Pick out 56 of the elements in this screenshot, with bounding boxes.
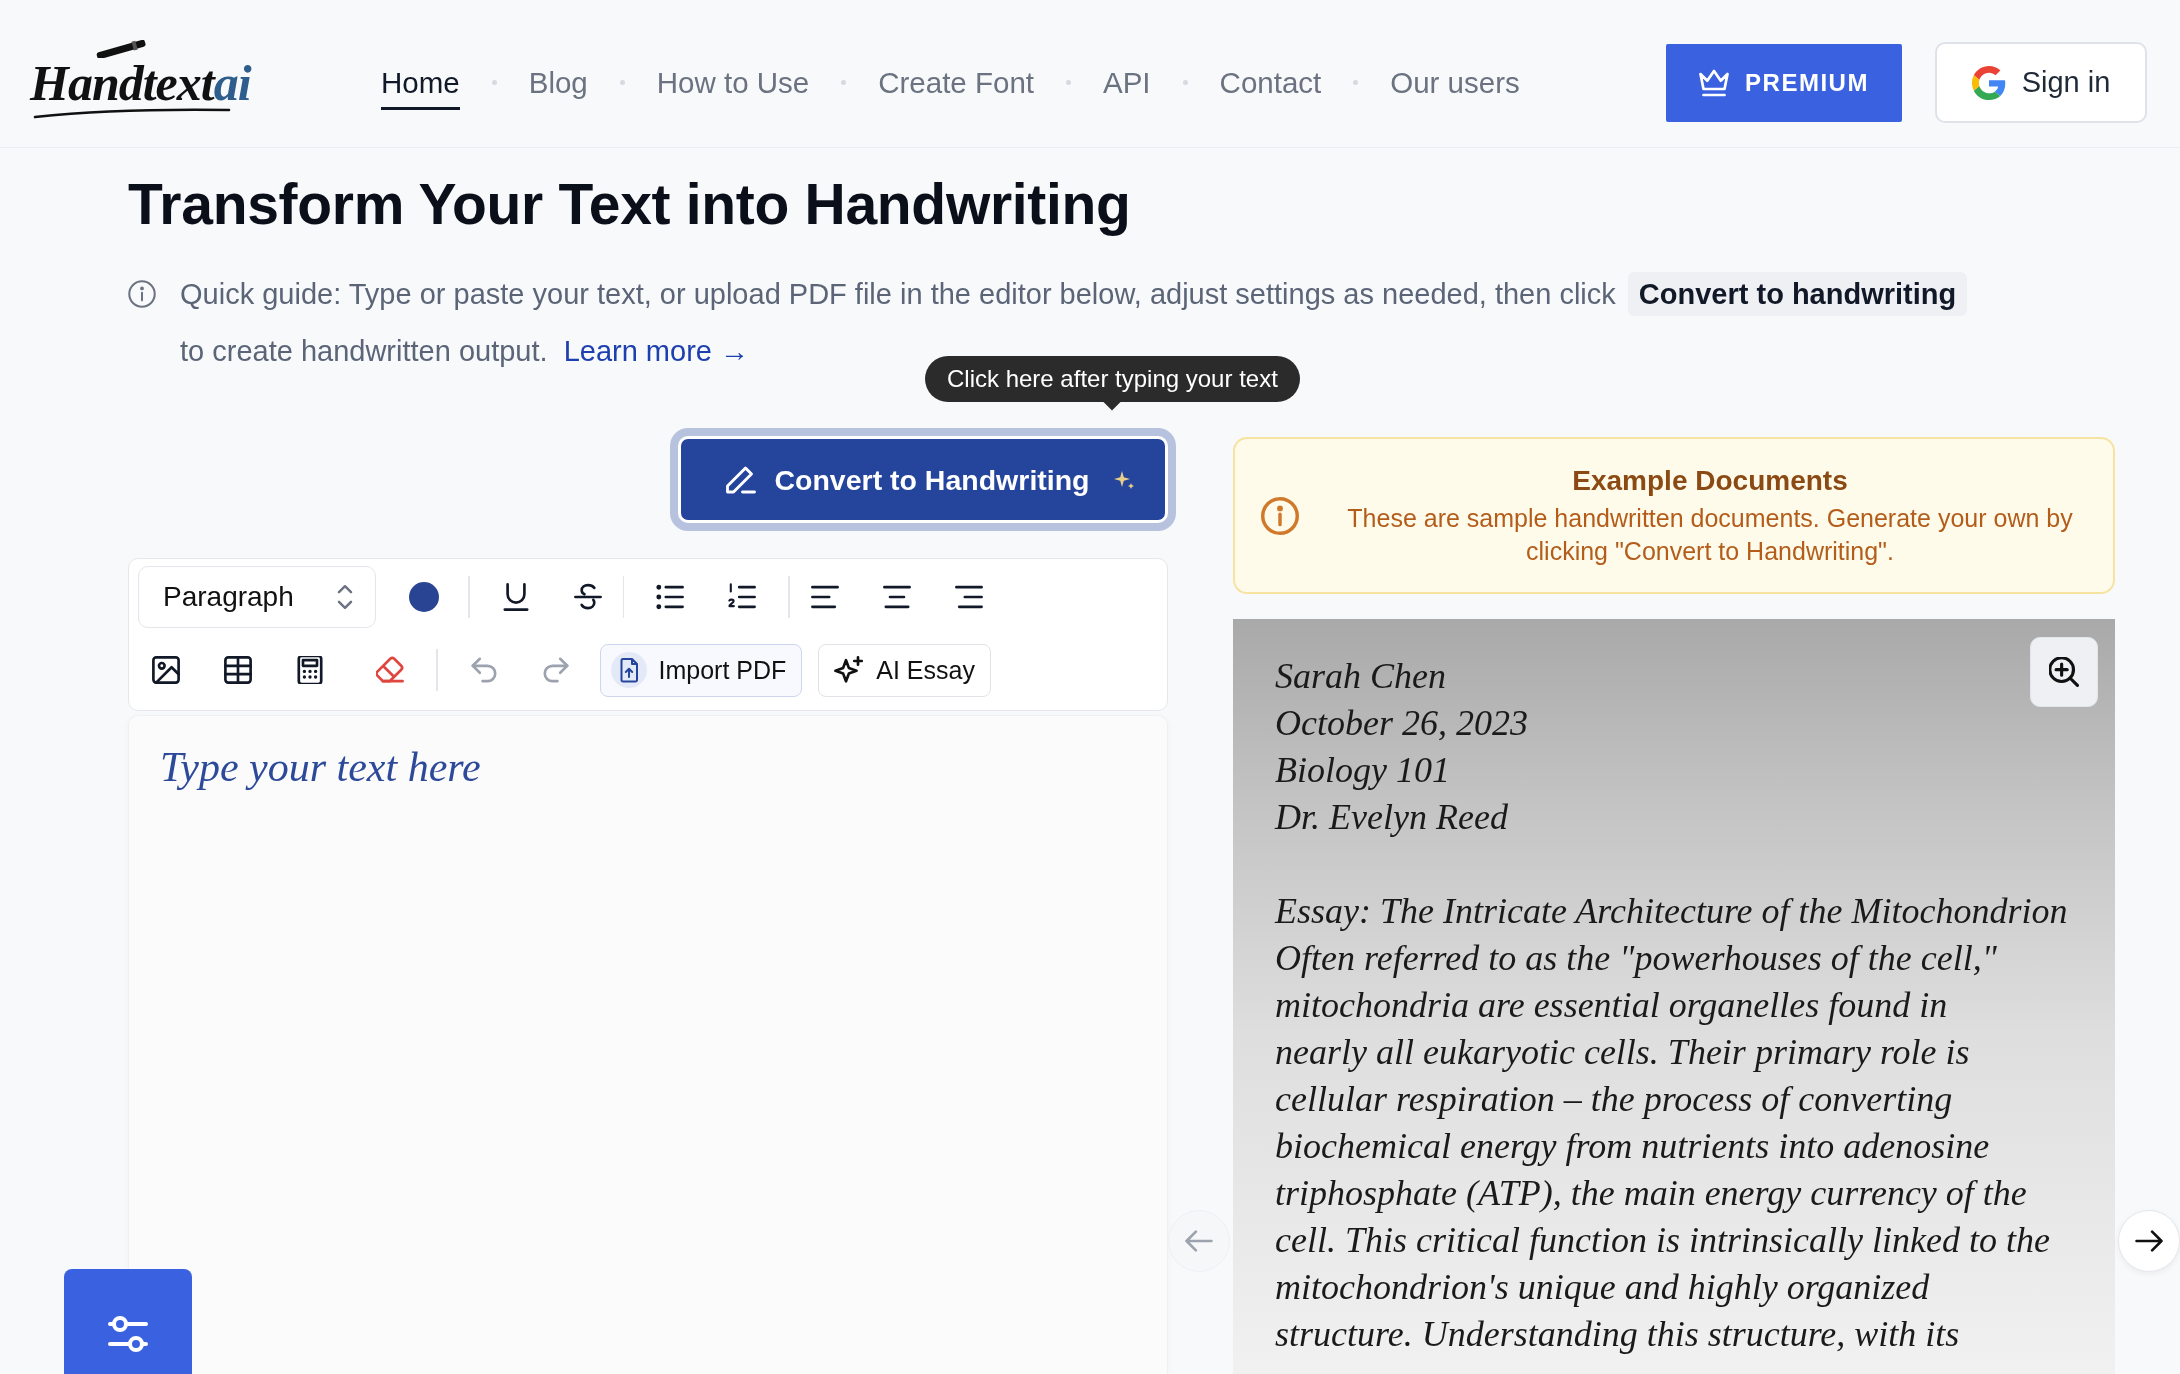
sparkles-icon — [834, 655, 865, 686]
nav-link[interactable]: Our users — [1390, 54, 1520, 111]
zoom-in-button[interactable] — [2030, 637, 2098, 708]
premium-button[interactable]: PREMIUM — [1666, 43, 1902, 122]
zoom-in-icon — [2049, 657, 2079, 688]
handwritten-line: Essay: The Intricate Architecture of the Mitochondrion — [1275, 890, 2069, 934]
eraser-icon — [376, 656, 404, 685]
handwritten-line: triphosphate (ATP), the main energy currency of the — [1275, 1172, 2028, 1216]
underline-icon — [501, 583, 530, 612]
calculator-icon — [296, 656, 324, 685]
handwritten-line: cellular respiration – the process of converting — [1275, 1078, 1954, 1122]
color-swatch-icon[interactable] — [409, 582, 439, 613]
notice-title: Example Documents — [1572, 463, 1848, 498]
handwritten-line: biochemical energy from nutrients into adenosine — [1275, 1125, 1991, 1169]
image-icon — [152, 656, 180, 685]
handwritten-line: Dr. Evelyn Reed — [1275, 796, 1509, 840]
tooltip: Click here after typing your text — [925, 356, 1300, 409]
page-title: Transform Your Text into Handwriting — [128, 171, 1131, 238]
handwritten-line: October 26, 2023 — [1275, 702, 1529, 746]
pencil-icon — [726, 464, 757, 495]
sliders-icon — [108, 1314, 148, 1354]
nav-link[interactable]: API — [1103, 54, 1151, 111]
handwritten-line: mitochondrion's unique and highly organized — [1275, 1266, 1931, 1310]
info-icon — [1261, 496, 1299, 535]
nav-link[interactable]: Contact — [1219, 54, 1322, 111]
table-icon — [224, 656, 252, 685]
import-pdf-button[interactable]: Import PDF — [599, 643, 803, 697]
crown-icon — [1699, 68, 1730, 97]
file-upload-icon — [610, 652, 647, 689]
nav-link[interactable]: Create Font — [878, 54, 1034, 111]
bullet-list-icon — [656, 583, 684, 612]
ai-essay-button[interactable]: AI Essay — [818, 643, 991, 697]
chevron-updown-icon — [337, 585, 353, 610]
handwritten-line: mitochondria are essential organelles found in — [1275, 984, 1949, 1028]
google-g-icon — [1971, 65, 2006, 100]
undo-icon — [469, 656, 498, 685]
logo-text[interactable]: Handtextai — [26, 52, 261, 115]
sign-in-button[interactable]: Sign in — [1935, 42, 2147, 123]
nav-link[interactable]: How to Use — [656, 54, 810, 111]
notice-text: These are sample handwritten documents. Generate your own by clicking "Convert to Handwriting". — [1346, 502, 2074, 568]
redo-icon — [541, 656, 570, 685]
block-format-select[interactable]: Paragraph — [138, 566, 376, 629]
handwritten-line: Biology 101 — [1275, 749, 1451, 793]
strikethrough-icon — [573, 583, 602, 612]
handwritten-line: structure. Understanding this structure, with its — [1275, 1313, 1961, 1357]
swoosh-icon — [32, 106, 232, 119]
nav-link[interactable]: Blog — [528, 54, 588, 111]
settings-button[interactable] — [64, 1269, 192, 1374]
learn-more-link[interactable]: Learn more → — [563, 335, 749, 368]
nav-link[interactable]: Home — [381, 54, 460, 111]
handwritten-line: Often referred to as the "powerhouses of the cell," — [1275, 937, 1998, 981]
handwritten-line: nearly all eukaryotic cells. Their primary role is — [1275, 1031, 1971, 1075]
info-icon — [128, 280, 156, 309]
handwritten-line: Sarah Chen — [1275, 655, 1447, 699]
handwritten-line: cell. This critical function is intrinsically linked to the — [1275, 1219, 2051, 1263]
text-editor-field[interactable]: Type your text here — [128, 715, 1168, 1374]
